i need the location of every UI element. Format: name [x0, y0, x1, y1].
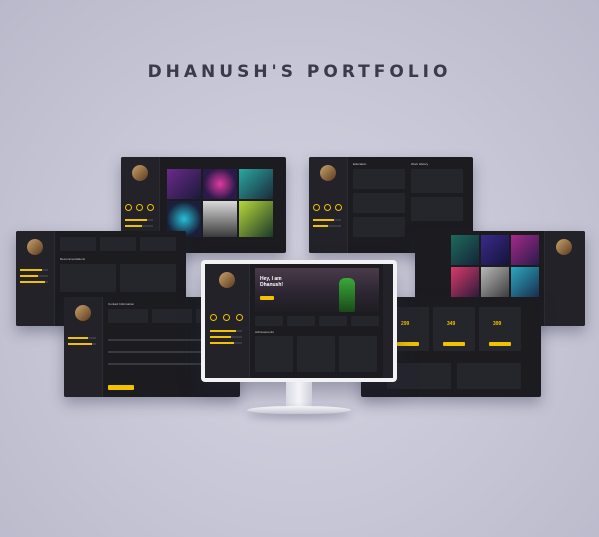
skill-gauge: [210, 314, 217, 321]
skill-bar: [20, 281, 48, 283]
contact-card: [152, 309, 192, 323]
achievement-card: [297, 336, 335, 372]
contact-card: [108, 309, 148, 323]
achievement-card: [339, 336, 377, 372]
sidebar: [64, 297, 103, 397]
service-card: 349: [433, 307, 475, 351]
contact-heading: Contact Information: [108, 302, 135, 306]
skill-gauge: [236, 314, 243, 321]
avatar: [132, 165, 148, 181]
monitor: Hey, I am Dhanush! Achievements: [201, 260, 397, 382]
hero-character: [339, 278, 355, 312]
sidebar: [205, 264, 250, 378]
avatar: [75, 305, 91, 321]
hero-name: Dhanush!: [260, 282, 284, 288]
artwork: [239, 169, 273, 199]
info-card: [100, 237, 136, 251]
sidebar: [16, 231, 55, 326]
service-price: 349: [447, 321, 456, 327]
order-button[interactable]: [397, 342, 419, 346]
skill-gauge: [147, 204, 154, 211]
hero-banner: [255, 268, 379, 312]
artwork: [203, 201, 237, 237]
skill-gauge: [223, 314, 230, 321]
skill-gauge: [313, 204, 320, 211]
skill-bar: [313, 225, 341, 227]
work-card: [411, 169, 463, 193]
skill-gauge: [136, 204, 143, 211]
avatar: [27, 239, 43, 255]
stat-card: [351, 316, 379, 326]
recommendation-card: [120, 264, 176, 292]
service-price: 299: [401, 321, 410, 327]
avatar: [219, 272, 235, 288]
right-rail: [383, 264, 393, 378]
skill-bar: [210, 336, 242, 338]
recommendation-card: [457, 363, 521, 389]
monitor-screen: Hey, I am Dhanush! Achievements: [205, 264, 393, 378]
education-card: [353, 217, 405, 237]
artwork: [167, 169, 201, 199]
skill-gauge: [324, 204, 331, 211]
stat-card: [319, 316, 347, 326]
skill-bar: [210, 330, 242, 332]
stat-card: [255, 316, 283, 326]
skill-bar: [20, 269, 48, 271]
order-button[interactable]: [489, 342, 511, 346]
artwork: [481, 235, 509, 265]
page-title: DHANUSH'S PORTFOLIO: [147, 62, 452, 82]
skill-gauge: [335, 204, 342, 211]
artwork: [511, 267, 539, 299]
skill-bar: [313, 219, 341, 221]
monitor-base: [247, 406, 351, 414]
artwork: [203, 169, 237, 199]
achievements-heading: Achievements: [255, 330, 274, 334]
skill-bar: [68, 343, 96, 345]
work-card: [411, 197, 463, 221]
order-button[interactable]: [443, 342, 465, 346]
stat-card: [287, 316, 315, 326]
skill-bar: [125, 219, 153, 221]
recommendations-heading: Recommendations: [60, 257, 86, 261]
service-card: 399: [479, 307, 521, 351]
service-price: 399: [493, 321, 502, 327]
recommendation-card: [60, 264, 116, 292]
work-history-heading: Work History: [411, 162, 429, 166]
avatar: [320, 165, 336, 181]
education-heading: Education: [353, 162, 367, 166]
skill-gauge: [125, 204, 132, 211]
artwork: [511, 235, 539, 265]
skill-bar: [210, 342, 242, 344]
artwork: [451, 267, 479, 299]
artwork: [239, 201, 273, 237]
send-message-button[interactable]: [108, 385, 134, 390]
sidebar: [544, 231, 585, 326]
info-card: [60, 237, 96, 251]
info-card: [140, 237, 176, 251]
education-card: [353, 169, 405, 189]
skill-bar: [68, 337, 96, 339]
skill-bar: [20, 275, 48, 277]
skill-bar: [125, 225, 153, 227]
hire-me-button[interactable]: [260, 296, 274, 300]
artwork: [451, 235, 479, 265]
sidebar: [309, 157, 348, 253]
artwork: [481, 267, 509, 299]
avatar: [556, 239, 572, 255]
education-card: [353, 193, 405, 213]
achievement-card: [255, 336, 293, 372]
